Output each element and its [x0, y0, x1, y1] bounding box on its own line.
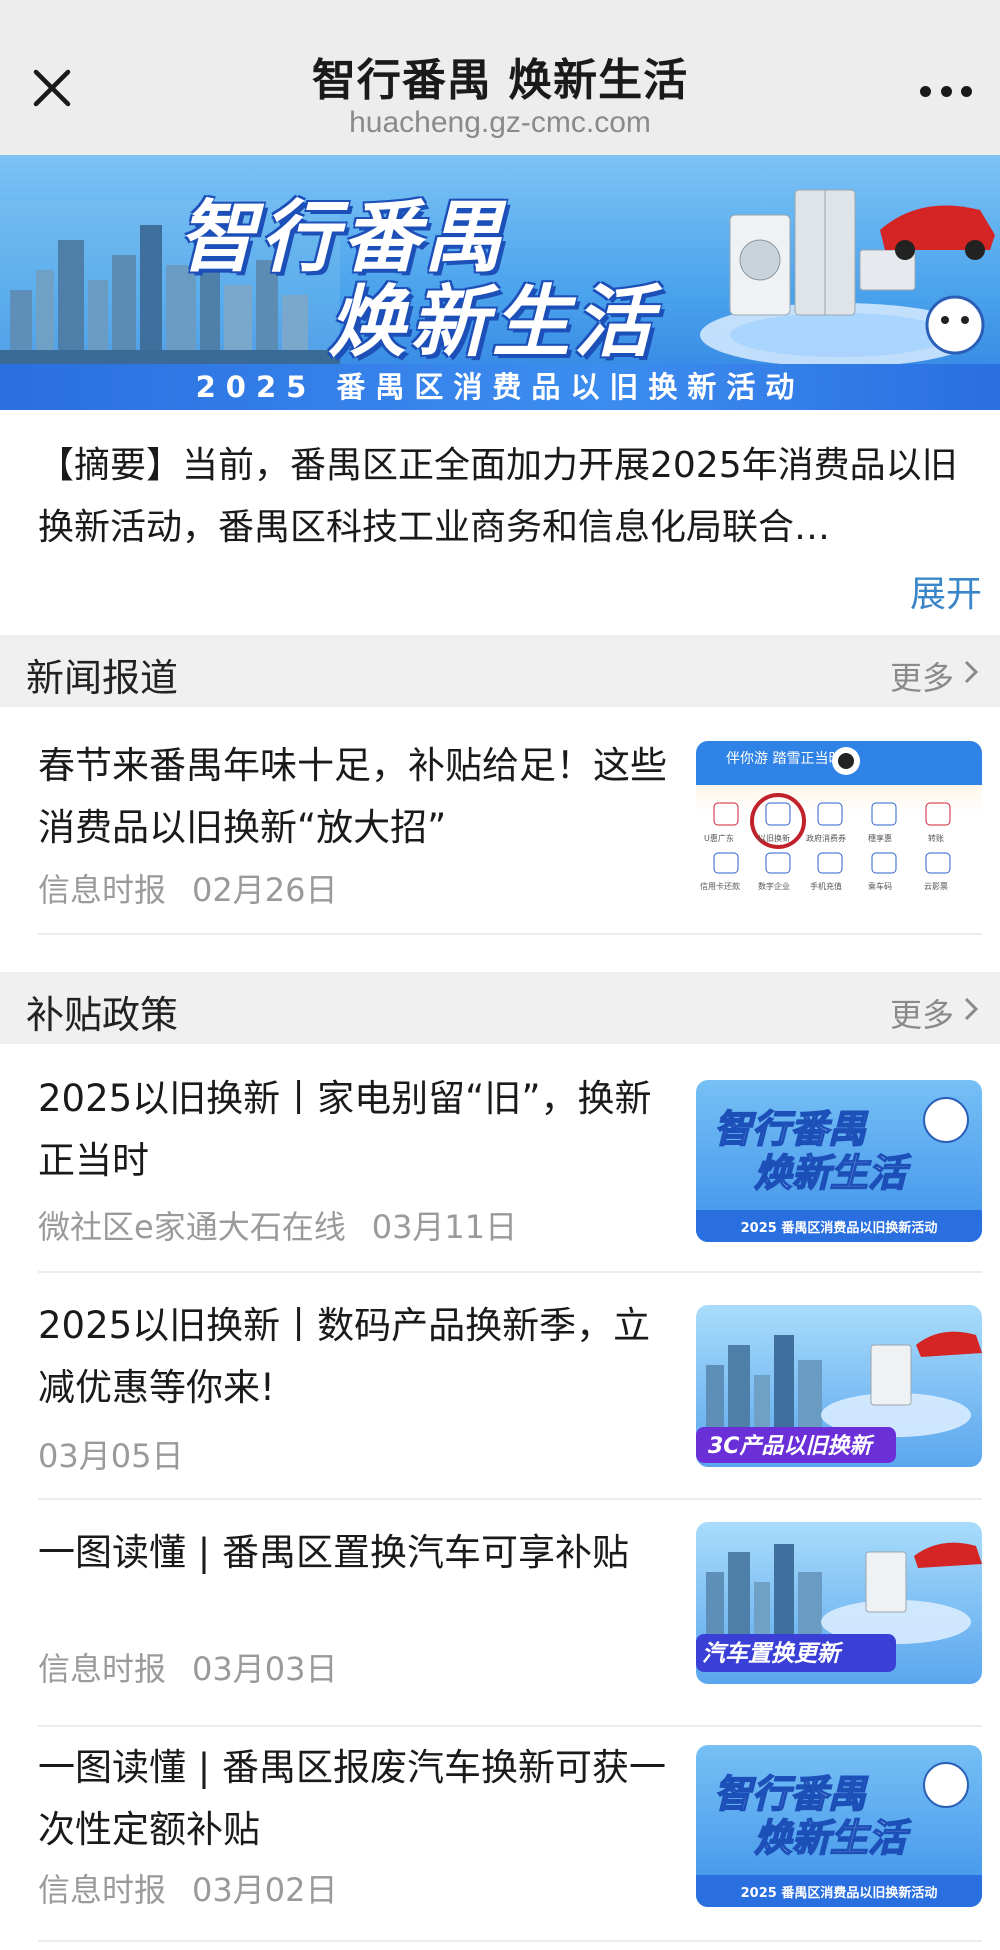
- appliances-and-car-illustration: [700, 189, 995, 367]
- article-item[interactable]: 一图读懂 | 番禺区置换汽车可享补贴 信息时报 03月03日 汽车置换更新: [38, 1522, 982, 1727]
- article-date: 02月26日: [192, 871, 338, 909]
- article-summary: 【摘要】当前，番禺区正全面加力开展2025年消费品以旧换新活动，番禺区科技工业商…: [38, 445, 958, 548]
- banner-subtitle: 2025 番禺区消费品以旧换新活动: [195, 370, 805, 404]
- article-item[interactable]: 2025以旧换新丨数码产品换新季，立减优惠等你来! 03月05日 3C产品以旧换…: [38, 1295, 982, 1500]
- article-meta: 微社区e家通大石在线 03月11日: [38, 1202, 517, 1248]
- svg-text:2025 番禺区消费品以旧换新活动: 2025 番禺区消费品以旧换新活动: [741, 1220, 938, 1236]
- svg-text:智行番禺: 智行番禺: [714, 1772, 869, 1816]
- svg-text:信用卡还款: 信用卡还款: [700, 881, 740, 891]
- campaign-poster-thumbnail: 智行番禺 焕新生活 2025 番禺区消费品以旧换新活动: [696, 1745, 982, 1907]
- svg-text:乘车码: 乘车码: [868, 881, 892, 891]
- svg-text:转账: 转账: [928, 833, 944, 843]
- svg-text:汽车置换更新: 汽车置换更新: [702, 1641, 844, 1667]
- section-title: 补贴政策: [26, 993, 179, 1037]
- section-header-policy: 补贴政策 更多: [0, 972, 1000, 1044]
- car-replacement-thumbnail: 汽车置换更新: [696, 1522, 982, 1684]
- svg-text:数字企业: 数字企业: [758, 881, 790, 891]
- article-item[interactable]: 春节来番禺年味十足，补贴给足！这些消费品以旧换新“放大招” 信息时报 02月26日…: [38, 735, 982, 935]
- article-meta: 信息时报 03月03日: [38, 1644, 337, 1690]
- chevron-right-icon[interactable]: [958, 994, 984, 1024]
- banner-title-line2: 焕新生活: [328, 278, 657, 368]
- article-source: 信息时报: [38, 1871, 167, 1909]
- article-date: 03月05日: [38, 1437, 184, 1475]
- svg-text:焕新生活: 焕新生活: [754, 1816, 912, 1860]
- more-link[interactable]: 更多: [890, 990, 954, 1036]
- article-item[interactable]: 2025以旧换新丨家电别留“旧”，换新正当时 微社区e家通大石在线 03月11日 …: [38, 1068, 982, 1273]
- svg-text:手机充值: 手机充值: [810, 881, 842, 891]
- svg-text:2025 番禺区消费品以旧换新活动: 2025 番禺区消费品以旧换新活动: [741, 1885, 938, 1901]
- more-options-icon[interactable]: [914, 66, 978, 116]
- svg-text:伴你游 踏雪正当时: 伴你游 踏雪正当时: [726, 751, 842, 767]
- svg-text:U惠广东: U惠广东: [704, 833, 734, 843]
- nav-bar: 智行番禺 焕新生活 huacheng.gz-cmc.com: [0, 0, 1000, 155]
- svg-text:政府消费券: 政府消费券: [806, 833, 846, 843]
- article-source: 信息时报: [38, 1650, 167, 1688]
- article-source: 信息时报: [38, 871, 167, 909]
- svg-text:智行番禺: 智行番禺: [714, 1107, 869, 1151]
- article-meta: 信息时报 02月26日: [38, 865, 337, 911]
- svg-text:以旧换新: 以旧换新: [758, 833, 790, 843]
- chevron-right-icon[interactable]: [958, 657, 984, 687]
- article-source: 微社区e家通大石在线: [38, 1208, 346, 1246]
- more-link[interactable]: 更多: [890, 653, 954, 699]
- svg-text:云影票: 云影票: [924, 881, 948, 891]
- article-title: 2025以旧换新丨数码产品换新季，立减优惠等你来!: [38, 1304, 651, 1409]
- page-title: 智行番禺 焕新生活: [311, 55, 689, 106]
- svg-text:穗享惠: 穗享惠: [868, 833, 892, 843]
- 3c-trade-in-thumbnail: 3C产品以旧换新: [696, 1305, 982, 1467]
- campaign-poster-thumbnail: 智行番禺 焕新生活 2025 番禺区消费品以旧换新活动: [696, 1080, 982, 1242]
- svg-text:3C产品以旧换新: 3C产品以旧换新: [708, 1433, 875, 1459]
- article-meta: 03月05日: [38, 1431, 183, 1477]
- article-item[interactable]: 一图读懂 | 番禺区报废汽车换新可获一次性定额补贴 信息时报 03月02日 智行番…: [38, 1737, 982, 1942]
- hero-banner[interactable]: 智行番禺 焕新生活 2025 番禺区消费品以旧换新活动: [0, 155, 1000, 410]
- article-date: 03月02日: [192, 1871, 338, 1909]
- section-header-news: 新闻报道 更多: [0, 635, 1000, 707]
- article-meta: 信息时报 03月02日: [38, 1865, 337, 1911]
- article-date: 03月11日: [371, 1208, 518, 1246]
- article-title: 一图读懂 | 番禺区报废汽车换新可获一次性定额补贴: [38, 1746, 666, 1851]
- app-screenshot-thumbnail: 伴你游 踏雪正当时 U惠广东 以旧换新 政府消费券 穗享惠 转账 信用卡还款 数…: [696, 741, 982, 901]
- article-title: 2025以旧换新丨家电别留“旧”，换新正当时: [38, 1077, 652, 1182]
- page-url: huacheng.gz-cmc.com: [349, 106, 651, 139]
- article-title: 春节来番禺年味十足，补贴给足！这些消费品以旧换新“放大招”: [38, 744, 667, 849]
- svg-text:焕新生活: 焕新生活: [754, 1151, 912, 1195]
- expand-link[interactable]: 展开: [910, 565, 982, 617]
- section-title: 新闻报道: [26, 656, 179, 700]
- article-date: 03月03日: [192, 1650, 338, 1688]
- article-title: 一图读懂 | 番禺区置换汽车可享补贴: [38, 1531, 629, 1574]
